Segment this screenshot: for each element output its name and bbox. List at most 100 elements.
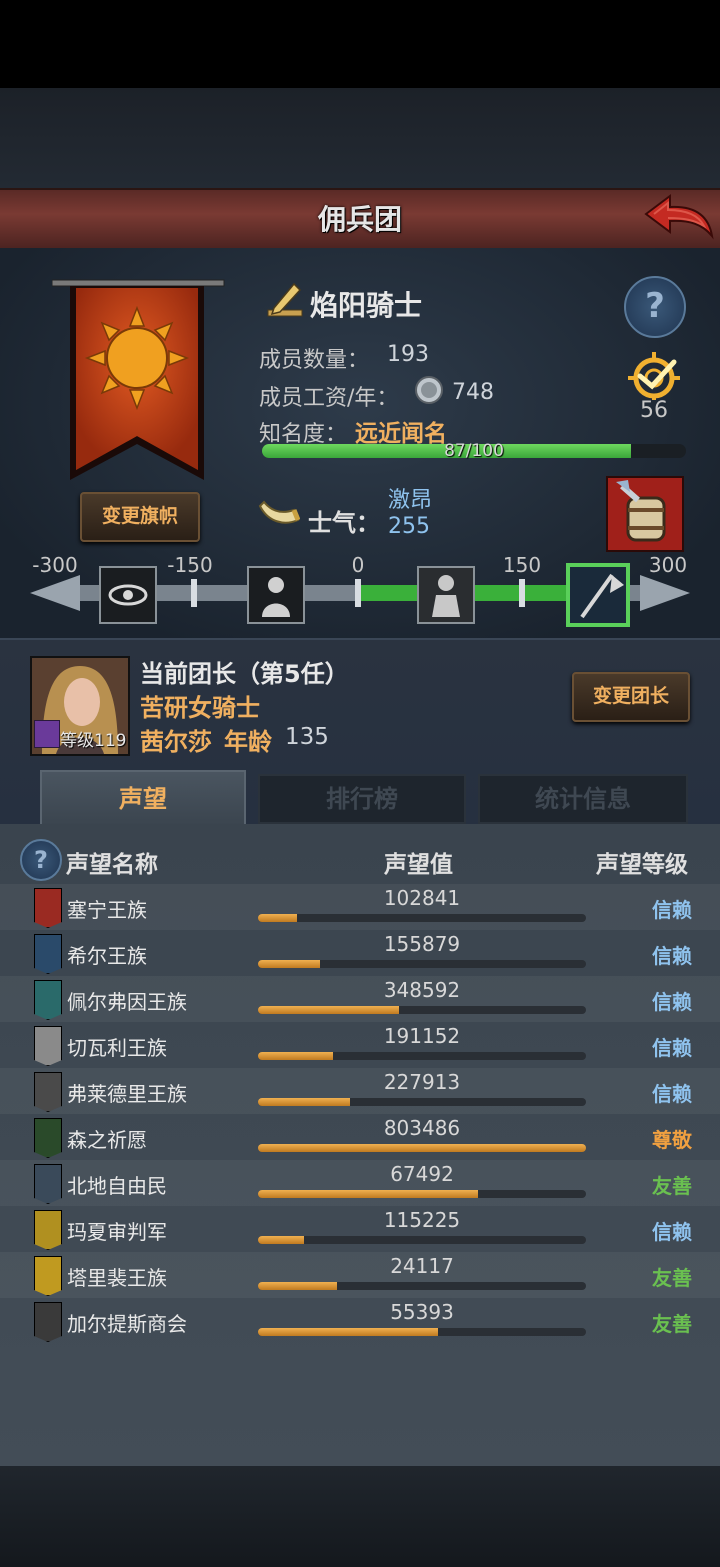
faction-name: 佩尔弗因王族 <box>67 990 187 1014</box>
scale-tick-label: 150 <box>503 555 541 577</box>
reputation-level: 信赖 <box>652 1082 692 1106</box>
reputation-value: 155879 <box>383 932 461 956</box>
faction-name: 塔里裴王族 <box>67 1266 167 1290</box>
reputation-bar <box>258 1052 586 1060</box>
reputation-bar-fill <box>258 1144 586 1152</box>
faction-emblem-icon <box>34 1072 62 1112</box>
reputation-bar <box>258 960 586 968</box>
faction-emblem-icon <box>34 1210 62 1250</box>
faction-name: 塞宁王族 <box>67 898 147 922</box>
reputation-level: 友善 <box>652 1174 692 1198</box>
barrel-icon[interactable] <box>606 476 684 552</box>
faction-emblem-icon <box>34 1302 62 1342</box>
header-reputation-value: 声望值 <box>384 852 453 878</box>
reputation-value: 24117 <box>390 1254 454 1278</box>
page-title: 佣兵团 <box>317 203 402 236</box>
faction-emblem-icon <box>34 1256 62 1296</box>
reputation-value: 102841 <box>383 886 461 910</box>
scale-tick-label: 0 <box>352 555 365 577</box>
faction-name: 北地自由民 <box>67 1174 167 1198</box>
faction-name: 玛夏审判军 <box>67 1220 167 1244</box>
member-count-value: 193 <box>387 342 429 367</box>
reputation-bar <box>258 1098 586 1106</box>
reputation-bar-fill <box>258 1190 478 1198</box>
faction-emblem-icon <box>34 1026 62 1066</box>
table-row[interactable]: 玛夏审判军 115225 信赖 <box>0 1206 720 1252</box>
fear-figure-icon <box>247 566 305 624</box>
reputation-bar-fill <box>258 1282 337 1290</box>
tab-reputation[interactable]: 声望 <box>40 770 246 828</box>
reputation-bar <box>258 1006 586 1014</box>
edit-pencil-icon[interactable] <box>266 280 304 320</box>
reputation-value: 67492 <box>390 1162 454 1186</box>
reputation-value: 55393 <box>390 1300 454 1324</box>
scale-tick-label: 300 <box>649 555 687 577</box>
question-mark-icon[interactable]: ? <box>624 276 686 338</box>
table-row[interactable]: 森之祈愿 803486 尊敬 <box>0 1114 720 1160</box>
leader-age-label: 年龄 <box>224 728 272 756</box>
sun-banner-icon <box>48 276 232 486</box>
reputation-bar-fill <box>258 914 298 922</box>
horn-icon <box>258 498 301 530</box>
reputation-bar-fill <box>258 1052 334 1060</box>
reputation-bar-fill <box>258 1006 400 1014</box>
change-leader-button[interactable]: 变更团长 <box>572 672 690 722</box>
reputation-bar-fill <box>258 960 321 968</box>
header-reputation-level: 声望等级 <box>596 852 688 878</box>
table-row[interactable]: 切瓦利王族 191152 信赖 <box>0 1022 720 1068</box>
reputation-bar-fill <box>258 1328 439 1336</box>
status-bar-area <box>0 0 720 88</box>
reputation-level: 信赖 <box>652 1036 692 1060</box>
level-sword-icon <box>34 720 60 748</box>
reputation-bar <box>258 1236 586 1244</box>
scale-tick-label: -300 <box>32 555 77 577</box>
faction-name: 森之祈愿 <box>67 1128 147 1152</box>
leader-title: 当前团长（第5任） <box>140 660 349 688</box>
morale-state: 激昂 <box>388 488 433 513</box>
leader-name: 茜尔莎 <box>140 728 212 756</box>
reputation-bar <box>258 1190 586 1198</box>
table-row[interactable]: 加尔提斯商会 55393 友善 <box>0 1298 720 1344</box>
fame-progress-text: 87/100 <box>444 441 504 461</box>
reputation-level: 信赖 <box>652 898 692 922</box>
change-banner-button[interactable]: 变更旗帜 <box>80 492 200 542</box>
target-value: 56 <box>640 398 668 423</box>
calm-figure-icon <box>417 566 475 624</box>
table-row[interactable]: 希尔王族 155879 信赖 <box>0 930 720 976</box>
morale-scale: -300 -150 0 150 300 <box>30 553 690 635</box>
reputation-value: 803486 <box>383 1116 461 1140</box>
tab-ranking[interactable]: 排行榜 <box>258 774 466 824</box>
reputation-value: 348592 <box>383 978 461 1002</box>
salary-value: 748 <box>452 380 494 405</box>
faction-emblem-icon <box>34 888 62 928</box>
faction-emblem-icon <box>34 1118 62 1158</box>
reputation-value: 115225 <box>383 1208 461 1232</box>
silver-coin-icon <box>414 374 444 406</box>
faction-emblem-icon <box>34 1164 62 1204</box>
faction-name: 切瓦利王族 <box>67 1036 167 1060</box>
table-row[interactable]: 塞宁王族 102841 信赖 <box>0 884 720 930</box>
reputation-level: 友善 <box>652 1266 692 1290</box>
question-mark-icon[interactable]: ? <box>20 839 62 881</box>
top-background <box>0 88 720 188</box>
faction-name: 希尔王族 <box>67 944 147 968</box>
table-row[interactable]: 北地自由民 67492 友善 <box>0 1160 720 1206</box>
reputation-level: 信赖 <box>652 1220 692 1244</box>
reputation-bar <box>258 1144 586 1152</box>
morale-value: 255 <box>388 514 430 539</box>
faction-name: 加尔提斯商会 <box>67 1312 187 1336</box>
reputation-bar-fill <box>258 1236 304 1244</box>
faction-name: 弗莱德里王族 <box>67 1082 187 1106</box>
table-row[interactable]: 塔里裴王族 24117 友善 <box>0 1252 720 1298</box>
table-row[interactable]: 佩尔弗因王族 348592 信赖 <box>0 976 720 1022</box>
member-count-label: 成员数量： <box>259 348 370 373</box>
reputation-level: 信赖 <box>652 944 692 968</box>
faction-emblem-icon <box>34 934 62 974</box>
table-row[interactable]: 弗莱德里王族 227913 信赖 <box>0 1068 720 1114</box>
scale-tick-label: -150 <box>167 555 212 577</box>
tab-statistics[interactable]: 统计信息 <box>478 774 688 824</box>
target-check-icon[interactable] <box>624 352 684 400</box>
reputation-bar <box>258 914 586 922</box>
reputation-bar <box>258 1282 586 1290</box>
back-button[interactable] <box>640 192 716 244</box>
